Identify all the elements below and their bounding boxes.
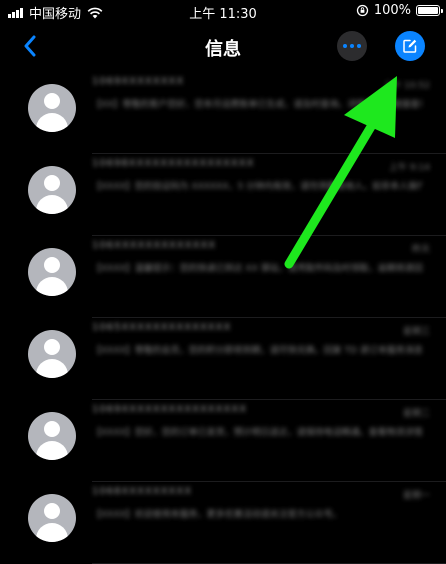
status-right: 100% [356, 3, 443, 18]
orientation-lock-icon [356, 4, 368, 17]
sender-name: 1068XXXXXXXXX [92, 486, 193, 497]
ellipsis-icon [343, 44, 361, 48]
message-row[interactable]: 106XXXXXXXXXXXXX 昨天【XXXX】温馨提示：您的快递已到达 XX … [0, 236, 446, 318]
message-preview: 【XXXX】温馨提示：您的快递已到达 XX 驿站，请凭取件码及时领取，逾期将退回… [92, 264, 422, 274]
sender-name: 1069XXXXXXXX [92, 76, 185, 87]
status-bar: 中国移动 上午 11:30 100% [0, 0, 446, 24]
message-preview: 【XXXX】尊敬的会员，您的积分即将到期，请尽快兑换。回复 TD 退订本服务消息… [92, 346, 422, 356]
contact-avatar-icon [28, 494, 76, 542]
message-time: 星期一 [402, 491, 430, 501]
message-time: 上午 10:52 [383, 81, 430, 91]
message-preview: 【XXXX】欢迎使用本服务，更多优惠活动请关注官方公众号。 [92, 510, 342, 520]
contact-avatar-icon [28, 412, 76, 460]
message-row[interactable]: 1065XXXXXXXXXXXXXX 星期三【XXXX】尊敬的会员，您的积分即将到… [0, 318, 446, 400]
sender-name: 106XXXXXXXXXXXXX [92, 240, 217, 251]
message-time: 星期三 [402, 327, 430, 337]
more-options-button[interactable] [337, 31, 367, 61]
battery-fill [418, 7, 438, 14]
contact-avatar-icon [28, 330, 76, 378]
battery-icon [416, 5, 443, 16]
contact-avatar-icon [28, 166, 76, 214]
message-row[interactable]: 10698XXXXXXXXXXXXXXXX 上午 9:14 【XXXX】您的验证码为… [0, 154, 446, 236]
compose-button[interactable] [395, 31, 425, 61]
nav-bar: 信息 [0, 24, 446, 68]
message-row[interactable]: 1069XXXXXXXX 上午 10:52 【XX】尊敬的客户您好，您本月话费账单已… [0, 72, 446, 154]
message-time: 星期二 [402, 409, 430, 419]
sender-name: 10698XXXXXXXXXXXXXXXX [92, 158, 255, 169]
message-list: 1069XXXXXXXX 上午 10:52 【XX】尊敬的客户您好，您本月话费账单已… [0, 72, 446, 564]
message-time: 昨天 [411, 245, 430, 255]
battery-percentage: 100% [373, 3, 411, 18]
message-row[interactable]: 1068XXXXXXXXX 星期一【XXXX】欢迎使用本服务，更多优惠活动请关注官… [0, 482, 446, 564]
message-preview: 【XXXX】您好，您的订单已发货，预计明日送达，请保持电话畅通。查看物流详情请访… [92, 428, 422, 438]
sender-name: 1065XXXXXXXXXXXXXX [92, 322, 232, 333]
message-preview: 【XX】尊敬的客户您好，您本月话费账单已生成，请及时查询。详情请点击链接查看更多… [92, 100, 422, 110]
sender-name: 1069XXXXXXXXXXXXXXXX [92, 404, 248, 415]
page-title: 信息 [205, 39, 241, 60]
compose-icon [403, 39, 417, 53]
message-preview: 【XXXX】您的验证码为 XXXXXX，5 分钟内有效，请勿泄露给他人。如非本人… [92, 182, 422, 192]
contact-avatar-icon [28, 248, 76, 296]
contact-avatar-icon [28, 84, 76, 132]
message-time: 上午 9:14 [388, 163, 430, 173]
message-row[interactable]: 1069XXXXXXXXXXXXXXXX 星期二【XXXX】您好，您的订单已发货，… [0, 400, 446, 482]
